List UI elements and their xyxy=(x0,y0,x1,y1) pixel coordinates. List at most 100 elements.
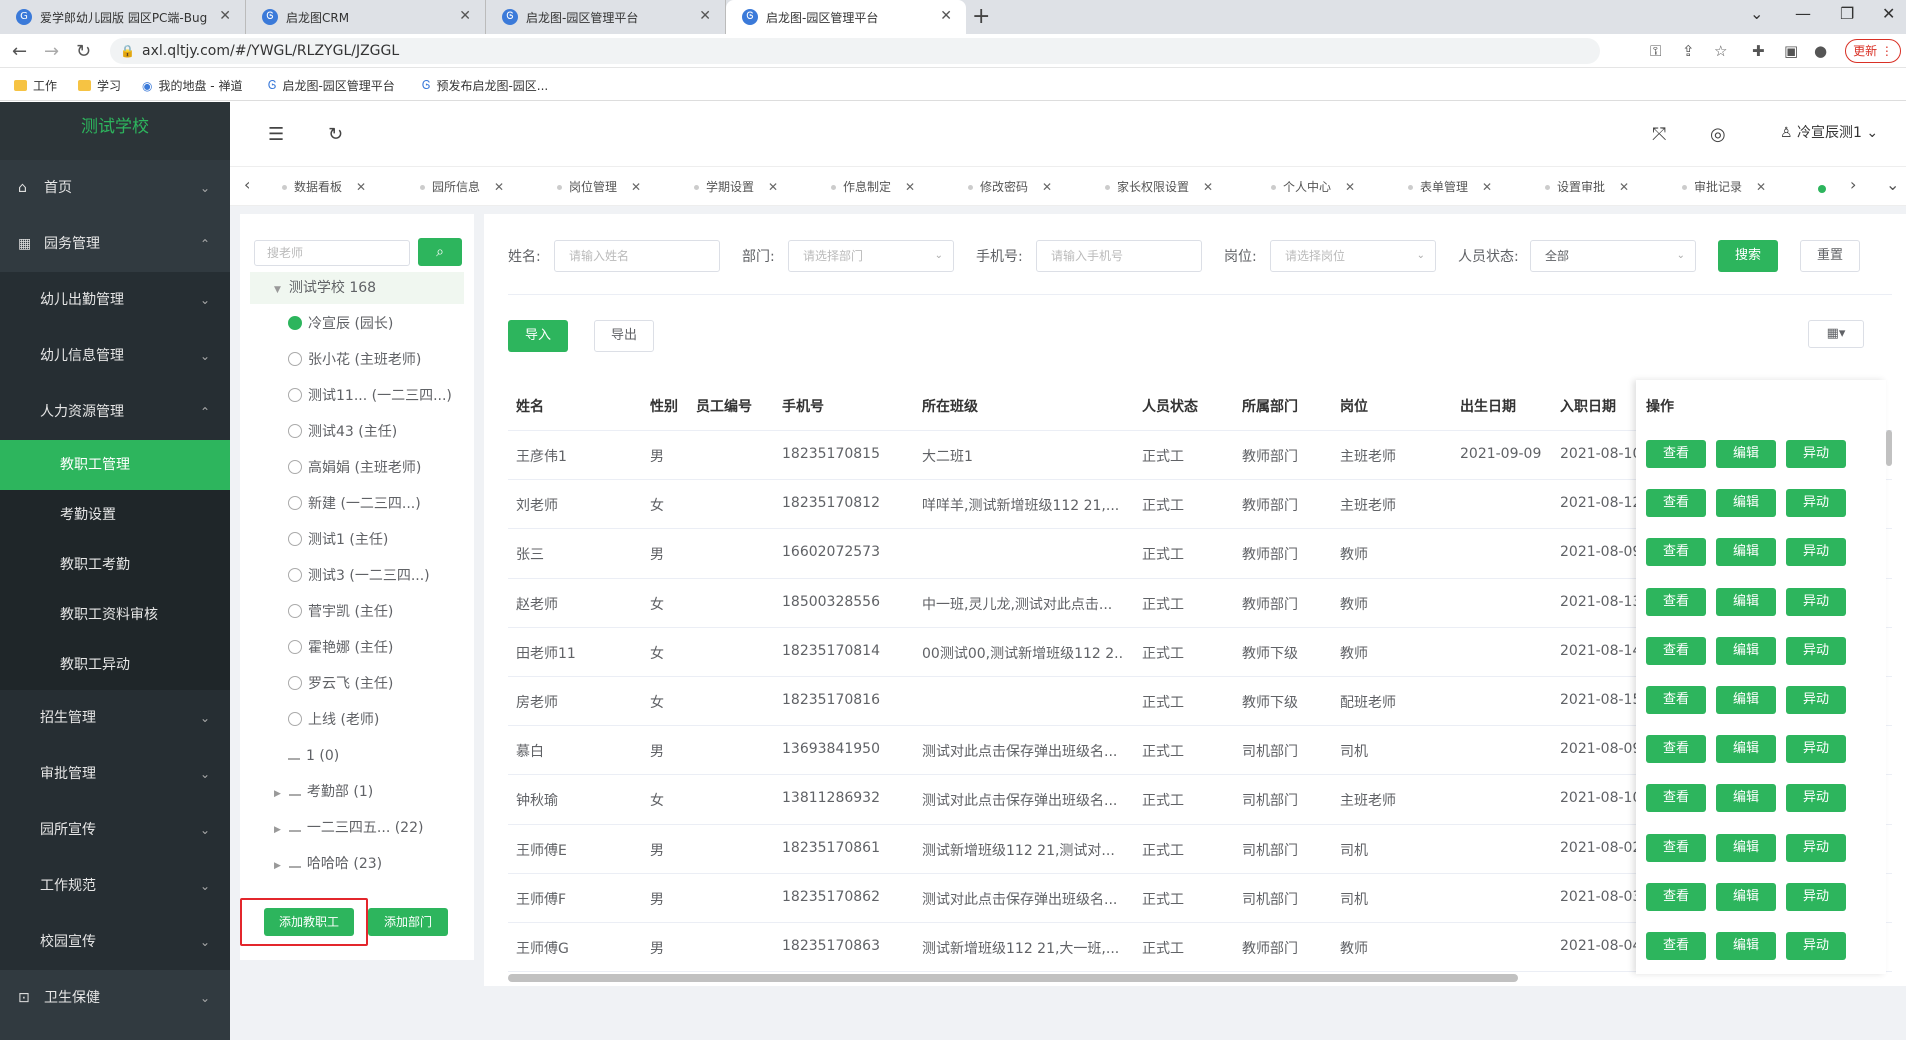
close-icon[interactable]: ✕ xyxy=(940,8,952,24)
sidebar-item-staff-review[interactable]: 教职工资料审核 xyxy=(0,590,230,640)
transfer-button[interactable]: 异动 xyxy=(1786,440,1846,468)
sidebar-item-garden-affairs[interactable]: ▦ 园务管理 ⌃ xyxy=(0,216,230,272)
sidebar-item-child-attendance[interactable]: 幼儿出勤管理 ⌄ xyxy=(0,272,230,328)
sidebar-item-child-info[interactable]: 幼儿信息管理 ⌄ xyxy=(0,328,230,384)
close-icon[interactable]: ✕ xyxy=(494,180,504,194)
close-icon[interactable]: ✕ xyxy=(631,180,641,194)
add-staff-button[interactable]: 添加教职工 xyxy=(264,908,354,936)
browser-tab[interactable]: G 爱学郎幼儿园版 园区PC端-Bug ✕ xyxy=(0,0,246,34)
tree-person[interactable]: 张小花 (主班老师) xyxy=(288,344,421,376)
vertical-scrollbar[interactable] xyxy=(1886,430,1892,466)
transfer-button[interactable]: 异动 xyxy=(1786,882,1846,911)
tree-department[interactable]: 1 (0) xyxy=(288,740,339,772)
edit-button[interactable]: 编辑 xyxy=(1716,489,1776,518)
edit-button[interactable]: 编辑 xyxy=(1716,686,1776,714)
share-icon[interactable]: ⇪ xyxy=(1682,42,1695,60)
tree-person[interactable]: 测试11... (一二三四...) xyxy=(288,380,452,412)
tree-department[interactable]: ▶ 一二三四五... (22) xyxy=(274,812,423,844)
chevron-left-icon[interactable]: ‹ xyxy=(244,175,250,194)
star-icon[interactable]: ☆ xyxy=(1714,42,1727,60)
sidebar-item-work-rules[interactable]: 工作规范 ⌄ xyxy=(0,858,230,914)
fullscreen-icon[interactable]: ⤧ xyxy=(1652,124,1666,145)
view-button[interactable]: 查看 xyxy=(1646,587,1706,616)
caret-right-icon[interactable]: ▶ xyxy=(274,825,281,835)
headset-icon[interactable]: ◎ xyxy=(1710,124,1726,145)
bookmark-item[interactable]: 学习 xyxy=(78,77,121,94)
tag-item[interactable]: 个人中心 ✕ xyxy=(1263,176,1355,198)
browser-tab[interactable]: Ꮆ 启龙图-园区管理平台 ✕ xyxy=(486,0,726,34)
view-button[interactable]: 查看 xyxy=(1646,686,1706,714)
edit-button[interactable]: 编辑 xyxy=(1716,636,1776,665)
edit-button[interactable]: 编辑 xyxy=(1716,833,1776,862)
view-button[interactable]: 查看 xyxy=(1646,538,1706,567)
bookmark-item[interactable]: 工作 xyxy=(14,77,57,94)
close-icon[interactable]: ✕ xyxy=(699,8,711,24)
tree-person[interactable]: 罗云飞 (主任) xyxy=(288,668,393,700)
post-select[interactable]: 请选择岗位 ⌄ xyxy=(1270,240,1436,272)
close-icon[interactable]: ✕ xyxy=(356,180,366,194)
transfer-button[interactable]: 异动 xyxy=(1786,489,1846,518)
bookmark-item[interactable]: Ꮆ 预发布启龙图-园区... xyxy=(422,77,548,94)
close-icon[interactable]: ✕ xyxy=(1482,180,1492,194)
close-icon[interactable]: ✕ xyxy=(1345,180,1355,194)
edit-button[interactable]: 编辑 xyxy=(1716,538,1776,567)
update-button[interactable]: 更新 ⋮ xyxy=(1845,39,1901,63)
close-icon[interactable]: ✕ xyxy=(1619,180,1629,194)
edit-button[interactable]: 编辑 xyxy=(1716,784,1776,813)
sidebar-item-publicity[interactable]: 园所宣传 ⌄ xyxy=(0,802,230,858)
name-input[interactable]: 请输入姓名 xyxy=(554,240,720,272)
bookmark-item[interactable]: ◉ 我的地盘 - 禅道 xyxy=(142,77,242,94)
view-button[interactable]: 查看 xyxy=(1646,636,1706,665)
transfer-button[interactable]: 异动 xyxy=(1786,538,1846,567)
transfer-button[interactable]: 异动 xyxy=(1786,932,1846,960)
tree-search-button[interactable]: ⌕ xyxy=(418,238,462,266)
browser-tab-active[interactable]: Ꮆ 启龙图-园区管理平台 ✕ xyxy=(726,0,966,34)
view-button[interactable]: 查看 xyxy=(1646,882,1706,911)
edit-button[interactable]: 编辑 xyxy=(1716,440,1776,468)
close-icon[interactable]: ✕ xyxy=(1042,180,1052,194)
minimize-icon[interactable]: — xyxy=(1795,4,1811,23)
close-icon[interactable]: ✕ xyxy=(1203,180,1213,194)
view-button[interactable]: 查看 xyxy=(1646,833,1706,862)
tree-search-input[interactable]: 搜老师 xyxy=(254,240,410,266)
tag-item[interactable]: 表单管理 ✕ xyxy=(1400,176,1492,198)
tree-person[interactable]: 上线 (老师) xyxy=(288,704,379,736)
transfer-button[interactable]: 异动 xyxy=(1786,735,1846,764)
close-icon[interactable]: ✕ xyxy=(219,8,231,24)
chevron-down-icon[interactable]: ⌄ xyxy=(1886,175,1899,194)
sidepanel-icon[interactable]: ▣ xyxy=(1784,42,1798,60)
close-icon[interactable]: ✕ xyxy=(768,180,778,194)
profile-icon[interactable]: ● xyxy=(1814,42,1827,60)
view-button[interactable]: 查看 xyxy=(1646,440,1706,468)
active-tag-dot[interactable] xyxy=(1818,185,1826,193)
sidebar-item-staff-attendance[interactable]: 教职工考勤 xyxy=(0,540,230,590)
close-icon[interactable]: ✕ xyxy=(905,180,915,194)
tab-search-icon[interactable]: ⌄ xyxy=(1750,4,1763,23)
edit-button[interactable]: 编辑 xyxy=(1716,735,1776,764)
tree-person[interactable]: 测试1 (主任) xyxy=(288,524,388,556)
edit-button[interactable]: 编辑 xyxy=(1716,882,1776,911)
chevron-right-icon[interactable]: › xyxy=(1850,175,1856,194)
reload-icon[interactable]: ↻ xyxy=(76,41,91,62)
tree-person[interactable]: 高娟娟 (主班老师) xyxy=(288,452,421,484)
close-icon[interactable]: ✕ xyxy=(459,8,471,24)
dept-select[interactable]: 请选择部门 ⌄ xyxy=(788,240,954,272)
transfer-button[interactable]: 异动 xyxy=(1786,833,1846,862)
phone-input[interactable]: 请输入手机号 xyxy=(1036,240,1202,272)
bookmark-item[interactable]: Ꮆ 启龙图-园区管理平台 xyxy=(268,77,395,94)
close-icon[interactable]: ✕ xyxy=(1756,180,1766,194)
user-menu[interactable]: ♙ 冷宣辰测1 ⌄ xyxy=(1780,122,1878,142)
sidebar-item-staff-transfer[interactable]: 教职工异动 xyxy=(0,640,230,690)
caret-right-icon[interactable]: ▶ xyxy=(274,861,281,871)
menu-toggle-icon[interactable]: ☰ xyxy=(268,124,284,145)
tree-person[interactable]: 菅宇凯 (主任) xyxy=(288,596,393,628)
sidebar-item-campus-publicity[interactable]: 校园宣传 ⌄ xyxy=(0,914,230,970)
back-icon[interactable]: ← xyxy=(12,41,27,62)
new-tab-icon[interactable]: + xyxy=(972,4,990,29)
tag-item[interactable]: 岗位管理 ✕ xyxy=(549,176,641,198)
view-button[interactable]: 查看 xyxy=(1646,489,1706,518)
url-input[interactable]: 🔒 axl.qltjy.com/#/YWGL/RLZYGL/JZGGL xyxy=(110,38,1600,64)
add-department-button[interactable]: 添加部门 xyxy=(368,908,448,936)
sidebar-item-health[interactable]: ⊡ 卫生保健 ⌄ xyxy=(0,970,230,1026)
tag-item[interactable]: 设置审批 ✕ xyxy=(1537,176,1629,198)
